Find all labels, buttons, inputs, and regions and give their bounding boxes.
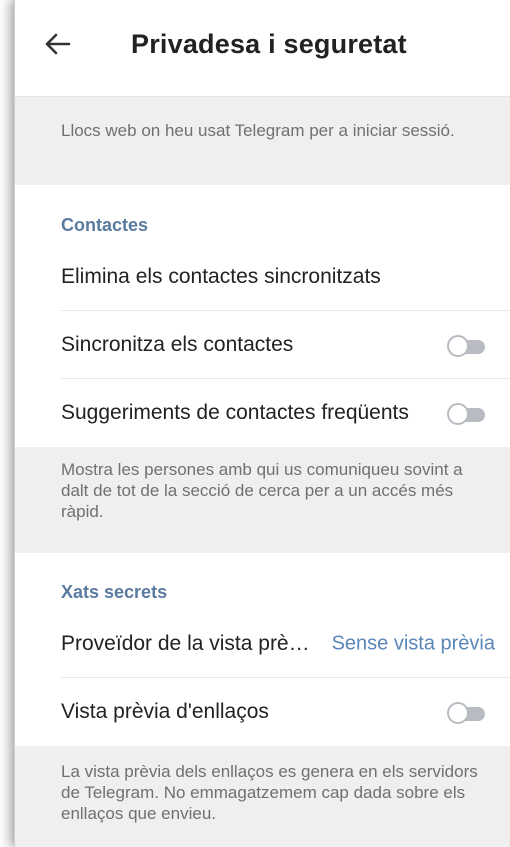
contacts-section-title: Contactes: [61, 215, 149, 235]
arrow-left-icon: [45, 33, 71, 55]
sync-contacts-label: Sincronitza els contactes: [61, 333, 294, 356]
page-title: Privadesa i seguretat: [131, 29, 407, 59]
delete-synced-contacts-label: Elimina els contactes sincronitzats: [61, 265, 381, 288]
delete-synced-contacts-row[interactable]: Elimina els contactes sincronitzats: [15, 243, 510, 311]
toggle-knob: [447, 335, 469, 357]
back-button[interactable]: [41, 27, 75, 61]
sync-contacts-toggle[interactable]: [447, 334, 485, 357]
preview-provider-value: Sense vista prèvia: [331, 632, 495, 655]
app-bar: Privadesa i seguretat: [15, 0, 510, 97]
websites-info-text: Llocs web on heu usat Telegram per a ini…: [15, 97, 510, 185]
sync-contacts-row[interactable]: Sincronitza els contactes: [15, 311, 510, 379]
toggle-knob: [447, 702, 469, 724]
suggest-frequent-contacts-row[interactable]: Suggeriments de contactes freqüents: [15, 379, 510, 447]
contacts-info-text: Mostra les persones amb qui us comunique…: [15, 447, 510, 553]
link-previews-label: Vista prèvia d'enllaços: [61, 700, 269, 723]
secret-chats-info-text: La vista prèvia dels enllaços es genera …: [15, 746, 510, 847]
preview-provider-row[interactable]: Proveïdor de la vista prè… Sense vista p…: [15, 610, 510, 678]
link-previews-toggle[interactable]: [447, 701, 485, 724]
toggle-knob: [447, 403, 469, 425]
link-previews-row[interactable]: Vista prèvia d'enllaços: [15, 678, 510, 746]
suggest-frequent-contacts-toggle[interactable]: [447, 402, 485, 425]
settings-screen: Privadesa i seguretat Llocs web on heu u…: [14, 0, 510, 847]
suggest-frequent-contacts-label: Suggeriments de contactes freqüents: [61, 401, 409, 424]
secret-chats-section-title: Xats secrets: [61, 582, 168, 602]
preview-provider-label: Proveïdor de la vista prè…: [61, 632, 310, 655]
